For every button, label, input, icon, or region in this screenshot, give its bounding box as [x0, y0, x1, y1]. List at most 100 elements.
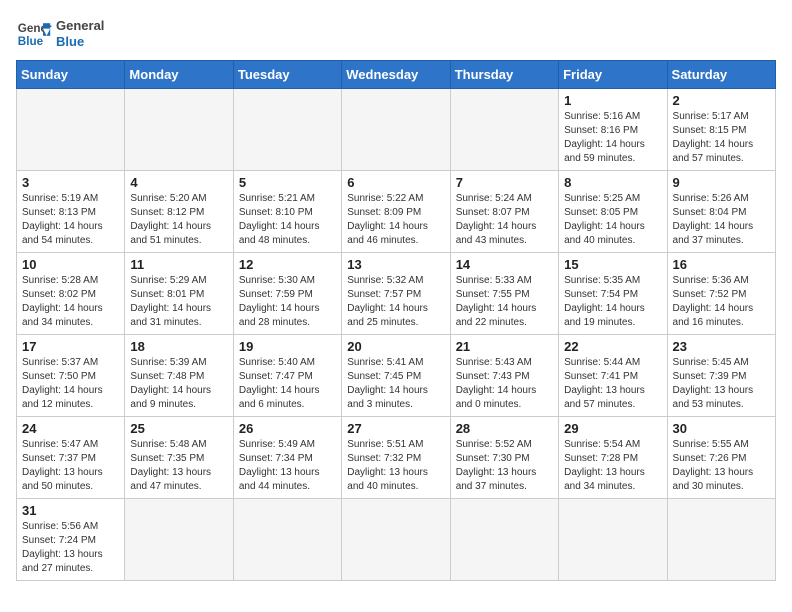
- day-info: Sunrise: 5:16 AM Sunset: 8:16 PM Dayligh…: [564, 110, 661, 166]
- day-info: Sunrise: 5:40 AM Sunset: 7:47 PM Dayligh…: [239, 356, 336, 412]
- day-cell: 9 Sunrise: 5:26 AM Sunset: 8:04 PM Daylig…: [667, 171, 775, 253]
- day-number: 28: [456, 421, 553, 436]
- day-number: 5: [239, 175, 336, 190]
- day-info: Sunrise: 5:52 AM Sunset: 7:30 PM Dayligh…: [456, 438, 553, 494]
- day-info: Sunrise: 5:55 AM Sunset: 7:26 PM Dayligh…: [673, 438, 770, 494]
- day-cell: 27 Sunrise: 5:51 AM Sunset: 7:32 PM Dayli…: [342, 417, 450, 499]
- day-info: Sunrise: 5:21 AM Sunset: 8:10 PM Dayligh…: [239, 192, 336, 248]
- day-cell: [450, 499, 558, 581]
- day-cell: 14Sunrise: 5:33 AM Sunset: 7:55 PM Dayli…: [450, 253, 558, 335]
- day-cell: 12Sunrise: 5:30 AM Sunset: 7:59 PM Dayli…: [233, 253, 341, 335]
- day-info: Sunrise: 5:26 AM Sunset: 8:04 PM Dayligh…: [673, 192, 770, 248]
- weekday-header-thursday: Thursday: [450, 61, 558, 89]
- day-info: Sunrise: 5:33 AM Sunset: 7:55 PM Dayligh…: [456, 274, 553, 330]
- day-cell: 23Sunrise: 5:45 AM Sunset: 7:39 PM Dayli…: [667, 335, 775, 417]
- day-number: 1: [564, 93, 661, 108]
- day-number: 10: [22, 257, 119, 272]
- day-info: Sunrise: 5:43 AM Sunset: 7:43 PM Dayligh…: [456, 356, 553, 412]
- day-info: Sunrise: 5:56 AM Sunset: 7:24 PM Dayligh…: [22, 520, 119, 576]
- day-number: 3: [22, 175, 119, 190]
- week-row-2: 10 Sunrise: 5:28 AM Sunset: 8:02 PM Dayli…: [17, 253, 776, 335]
- day-info: Sunrise: 5:48 AM Sunset: 7:35 PM Dayligh…: [130, 438, 227, 494]
- day-cell: 18 Sunrise: 5:39 AM Sunset: 7:48 PM Dayli…: [125, 335, 233, 417]
- logo-general: General: [56, 18, 104, 34]
- day-number: 20: [347, 339, 444, 354]
- day-number: 24: [22, 421, 119, 436]
- day-info: Sunrise: 5:28 AM Sunset: 8:02 PM Dayligh…: [22, 274, 119, 330]
- day-number: 9: [673, 175, 770, 190]
- day-cell: 1 Sunrise: 5:16 AM Sunset: 8:16 PM Daylig…: [559, 89, 667, 171]
- logo: General Blue General Blue: [16, 16, 104, 52]
- day-cell: 10 Sunrise: 5:28 AM Sunset: 8:02 PM Dayli…: [17, 253, 125, 335]
- day-info: Sunrise: 5:39 AM Sunset: 7:48 PM Dayligh…: [130, 356, 227, 412]
- svg-text:Blue: Blue: [18, 35, 44, 48]
- day-info: Sunrise: 5:47 AM Sunset: 7:37 PM Dayligh…: [22, 438, 119, 494]
- day-number: 19: [239, 339, 336, 354]
- day-number: 27: [347, 421, 444, 436]
- day-cell: [450, 89, 558, 171]
- day-cell: [342, 89, 450, 171]
- logo-icon: General Blue: [16, 16, 52, 52]
- day-cell: [667, 499, 775, 581]
- weekday-header-saturday: Saturday: [667, 61, 775, 89]
- day-info: Sunrise: 5:35 AM Sunset: 7:54 PM Dayligh…: [564, 274, 661, 330]
- week-row-1: 3 Sunrise: 5:19 AM Sunset: 8:13 PM Daylig…: [17, 171, 776, 253]
- day-cell: 30 Sunrise: 5:55 AM Sunset: 7:26 PM Dayli…: [667, 417, 775, 499]
- day-cell: 28 Sunrise: 5:52 AM Sunset: 7:30 PM Dayli…: [450, 417, 558, 499]
- day-cell: 15 Sunrise: 5:35 AM Sunset: 7:54 PM Dayli…: [559, 253, 667, 335]
- day-number: 7: [456, 175, 553, 190]
- weekday-header-tuesday: Tuesday: [233, 61, 341, 89]
- day-info: Sunrise: 5:45 AM Sunset: 7:39 PM Dayligh…: [673, 356, 770, 412]
- day-info: Sunrise: 5:37 AM Sunset: 7:50 PM Dayligh…: [22, 356, 119, 412]
- day-info: Sunrise: 5:41 AM Sunset: 7:45 PM Dayligh…: [347, 356, 444, 412]
- weekday-header-row: SundayMondayTuesdayWednesdayThursdayFrid…: [17, 61, 776, 89]
- day-cell: [125, 89, 233, 171]
- day-number: 25: [130, 421, 227, 436]
- day-info: Sunrise: 5:51 AM Sunset: 7:32 PM Dayligh…: [347, 438, 444, 494]
- day-cell: [17, 89, 125, 171]
- weekday-header-monday: Monday: [125, 61, 233, 89]
- day-cell: 22 Sunrise: 5:44 AM Sunset: 7:41 PM Dayli…: [559, 335, 667, 417]
- day-info: Sunrise: 5:54 AM Sunset: 7:28 PM Dayligh…: [564, 438, 661, 494]
- day-number: 13: [347, 257, 444, 272]
- day-number: 22: [564, 339, 661, 354]
- day-number: 18: [130, 339, 227, 354]
- day-number: 15: [564, 257, 661, 272]
- day-cell: 11Sunrise: 5:29 AM Sunset: 8:01 PM Dayli…: [125, 253, 233, 335]
- day-cell: [342, 499, 450, 581]
- day-cell: 26Sunrise: 5:49 AM Sunset: 7:34 PM Dayli…: [233, 417, 341, 499]
- day-cell: [233, 89, 341, 171]
- day-info: Sunrise: 5:20 AM Sunset: 8:12 PM Dayligh…: [130, 192, 227, 248]
- day-info: Sunrise: 5:22 AM Sunset: 8:09 PM Dayligh…: [347, 192, 444, 248]
- day-number: 8: [564, 175, 661, 190]
- day-info: Sunrise: 5:36 AM Sunset: 7:52 PM Dayligh…: [673, 274, 770, 330]
- day-info: Sunrise: 5:49 AM Sunset: 7:34 PM Dayligh…: [239, 438, 336, 494]
- day-cell: 5 Sunrise: 5:21 AM Sunset: 8:10 PM Daylig…: [233, 171, 341, 253]
- day-number: 2: [673, 93, 770, 108]
- day-cell: [233, 499, 341, 581]
- day-number: 4: [130, 175, 227, 190]
- day-number: 16: [673, 257, 770, 272]
- day-cell: 19 Sunrise: 5:40 AM Sunset: 7:47 PM Dayli…: [233, 335, 341, 417]
- day-info: Sunrise: 5:44 AM Sunset: 7:41 PM Dayligh…: [564, 356, 661, 412]
- week-row-5: 31Sunrise: 5:56 AM Sunset: 7:24 PM Dayli…: [17, 499, 776, 581]
- day-number: 21: [456, 339, 553, 354]
- day-number: 17: [22, 339, 119, 354]
- day-cell: 6 Sunrise: 5:22 AM Sunset: 8:09 PM Daylig…: [342, 171, 450, 253]
- day-info: Sunrise: 5:30 AM Sunset: 7:59 PM Dayligh…: [239, 274, 336, 330]
- day-cell: 13Sunrise: 5:32 AM Sunset: 7:57 PM Dayli…: [342, 253, 450, 335]
- logo-blue: Blue: [56, 34, 104, 50]
- day-cell: [559, 499, 667, 581]
- day-number: 6: [347, 175, 444, 190]
- week-row-0: 1 Sunrise: 5:16 AM Sunset: 8:16 PM Daylig…: [17, 89, 776, 171]
- day-cell: 4 Sunrise: 5:20 AM Sunset: 8:12 PM Daylig…: [125, 171, 233, 253]
- day-number: 29: [564, 421, 661, 436]
- day-number: 11: [130, 257, 227, 272]
- day-cell: 3 Sunrise: 5:19 AM Sunset: 8:13 PM Daylig…: [17, 171, 125, 253]
- day-number: 30: [673, 421, 770, 436]
- day-info: Sunrise: 5:19 AM Sunset: 8:13 PM Dayligh…: [22, 192, 119, 248]
- week-row-3: 17 Sunrise: 5:37 AM Sunset: 7:50 PM Dayli…: [17, 335, 776, 417]
- page-header: General Blue General Blue: [16, 16, 776, 52]
- day-cell: 2Sunrise: 5:17 AM Sunset: 8:15 PM Daylig…: [667, 89, 775, 171]
- weekday-header-sunday: Sunday: [17, 61, 125, 89]
